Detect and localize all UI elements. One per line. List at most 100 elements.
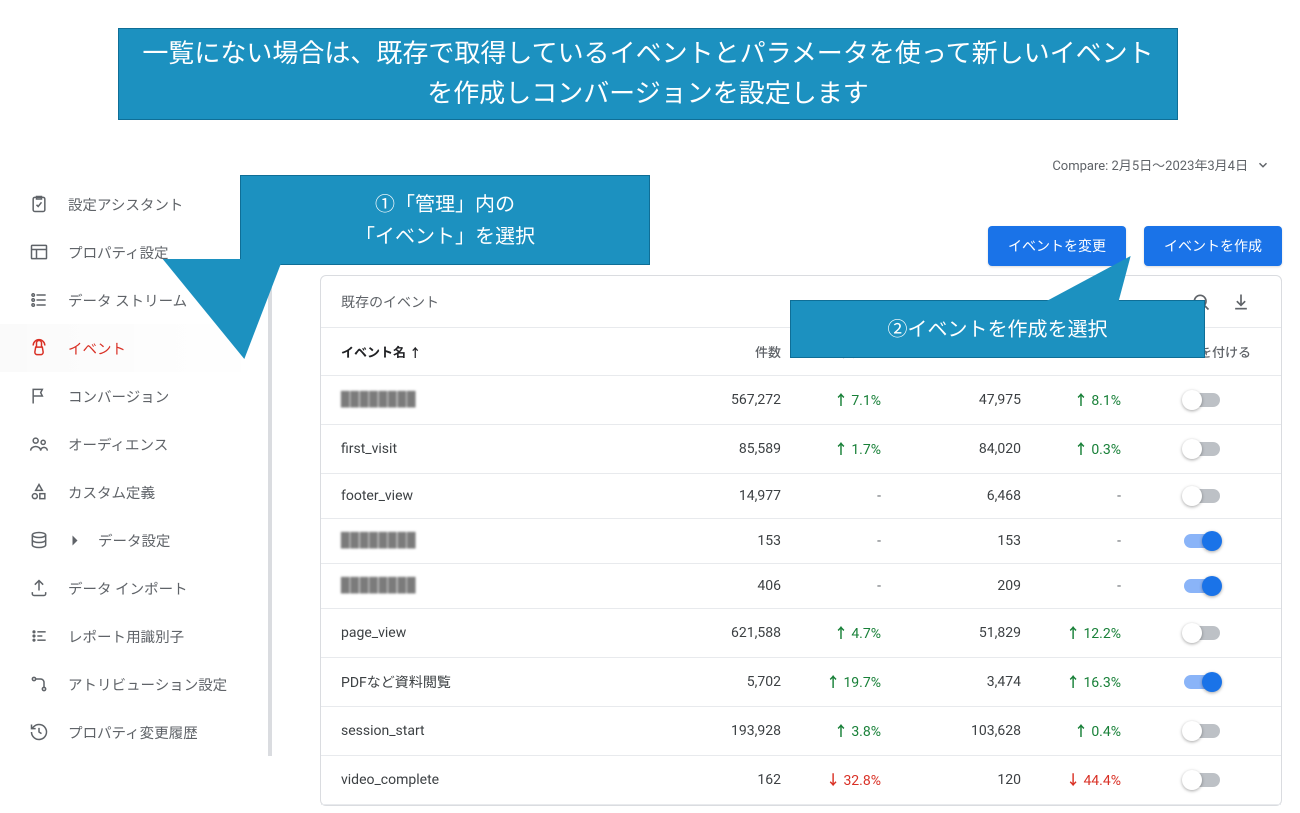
- cell-count: 14,977: [681, 474, 791, 519]
- cell-users-change: ↑ 0.4%: [1031, 707, 1131, 756]
- compare-date-label: Compare: 2月5日～2023年3月4日: [1052, 155, 1248, 174]
- cell-event-name: footer_view: [321, 474, 681, 519]
- clipboard-check-icon: [28, 193, 50, 215]
- sidebar-item-label: アトリビューション設定: [68, 674, 227, 695]
- cell-count: 406: [681, 564, 791, 609]
- conversion-toggle[interactable]: [1184, 489, 1220, 503]
- cell-users-change: ↑ 8.1%: [1031, 376, 1131, 425]
- instruction-banner: 一覧にない場合は、既存で取得しているイベントとパラメータを使って新しいイベントを…: [118, 28, 1178, 120]
- cell-change: ↑ 7.1%: [791, 376, 891, 425]
- cell-event-name: first_visit: [321, 425, 681, 474]
- cell-users: 6,468: [891, 474, 1031, 519]
- compare-date-range[interactable]: Compare: 2月5日～2023年3月4日: [1052, 155, 1270, 174]
- conversion-toggle[interactable]: [1184, 675, 1220, 689]
- sidebar-item-label: 設定アシスタント: [68, 194, 183, 215]
- chevron-down-icon: [1256, 158, 1270, 172]
- cell-users-change: -: [1031, 474, 1131, 519]
- data-stream-icon: [28, 289, 50, 311]
- sidebar-item-conversions[interactable]: コンバージョン: [0, 372, 268, 420]
- events-table: イベント名 ↑ 件数 変化率 クを付ける ████████567,272↑ 7.…: [321, 328, 1281, 805]
- col-count[interactable]: 件数: [681, 328, 791, 376]
- sidebar-item-change-history[interactable]: プロパティ変更履歴: [0, 708, 268, 756]
- conversion-toggle[interactable]: [1184, 534, 1220, 548]
- download-button[interactable]: [1221, 292, 1261, 312]
- people-icon: [28, 433, 50, 455]
- cell-change: ↑ 19.7%: [791, 658, 891, 707]
- conversion-toggle[interactable]: [1184, 773, 1220, 787]
- col-event-name[interactable]: イベント名 ↑: [321, 328, 681, 376]
- cell-mark-toggle: [1131, 474, 1281, 519]
- cell-users-change: -: [1031, 564, 1131, 609]
- cell-mark-toggle: [1131, 376, 1281, 425]
- cell-event-name: PDFなど資料閲覧: [321, 658, 681, 707]
- table-row[interactable]: ████████567,272↑ 7.1%47,975↑ 8.1%: [321, 376, 1281, 425]
- card-title: 既存のイベント: [341, 292, 439, 312]
- cell-event-name: session_start: [321, 707, 681, 756]
- cell-event-name: video_complete: [321, 756, 681, 805]
- sidebar-item-label: データ ストリーム: [68, 290, 187, 311]
- history-icon: [28, 721, 50, 743]
- table-row[interactable]: ████████153-153-: [321, 519, 1281, 564]
- table-row[interactable]: PDFなど資料閲覧5,702↑ 19.7%3,474↑ 16.3%: [321, 658, 1281, 707]
- cell-change: -: [791, 474, 891, 519]
- cell-users: 3,474: [891, 658, 1031, 707]
- sidebar-item-reporting-identity[interactable]: レポート用識別子: [0, 612, 268, 660]
- touch-icon: [28, 337, 50, 359]
- sort-asc-icon: ↑: [409, 346, 421, 360]
- sidebar-item-label: プロパティ変更履歴: [68, 722, 198, 743]
- sidebar-item-label: カスタム定義: [68, 482, 155, 503]
- cell-count: 567,272: [681, 376, 791, 425]
- conversion-toggle[interactable]: [1184, 724, 1220, 738]
- cell-users: 209: [891, 564, 1031, 609]
- callout-line: 「イベント」を選択: [269, 220, 621, 252]
- sidebar-item-data-import[interactable]: データ インポート: [0, 564, 268, 612]
- cell-users: 120: [891, 756, 1031, 805]
- shapes-icon: [28, 481, 50, 503]
- cell-change: ↑ 3.8%: [791, 707, 891, 756]
- cell-users: 47,975: [891, 376, 1031, 425]
- cell-change: -: [791, 519, 891, 564]
- table-row[interactable]: video_complete162↓ 32.8%120↓ 44.4%: [321, 756, 1281, 805]
- sidebar-item-audiences[interactable]: オーディエンス: [0, 420, 268, 468]
- callout-line: ①「管理」内の: [269, 188, 621, 220]
- table-row[interactable]: footer_view14,977-6,468-: [321, 474, 1281, 519]
- cell-users-change: ↓ 44.4%: [1031, 756, 1131, 805]
- path-icon: [28, 673, 50, 695]
- cell-count: 5,702: [681, 658, 791, 707]
- instruction-banner-text: 一覧にない場合は、既存で取得しているイベントとパラメータを使って新しいイベントを…: [139, 34, 1157, 115]
- expand-icon: [73, 535, 78, 545]
- sidebar-item-custom-definitions[interactable]: カスタム定義: [0, 468, 268, 516]
- cell-users: 153: [891, 519, 1031, 564]
- sidebar-item-data-settings[interactable]: データ設定: [0, 516, 268, 564]
- table-row[interactable]: first_visit85,589↑ 1.7%84,020↑ 0.3%: [321, 425, 1281, 474]
- table-row[interactable]: ████████406-209-: [321, 564, 1281, 609]
- sidebar-item-setup-assistant[interactable]: 設定アシスタント: [0, 180, 268, 228]
- cell-mark-toggle: [1131, 707, 1281, 756]
- create-event-button[interactable]: イベントを作成: [1144, 226, 1282, 266]
- cell-count: 193,928: [681, 707, 791, 756]
- cell-mark-toggle: [1131, 658, 1281, 707]
- callout-step-2: ②イベントを作成を選択: [790, 300, 1205, 358]
- cell-users: 84,020: [891, 425, 1031, 474]
- cell-mark-toggle: [1131, 519, 1281, 564]
- conversion-toggle[interactable]: [1184, 579, 1220, 593]
- callout-line: ②イベントを作成を選択: [819, 313, 1176, 345]
- cell-users-change: ↑ 16.3%: [1031, 658, 1131, 707]
- conversion-toggle[interactable]: [1184, 442, 1220, 456]
- layout-icon: [28, 241, 50, 263]
- cell-users: 103,628: [891, 707, 1031, 756]
- cell-mark-toggle: [1131, 756, 1281, 805]
- sidebar-item-attribution-settings[interactable]: アトリビューション設定: [0, 660, 268, 708]
- conversion-toggle[interactable]: [1184, 626, 1220, 640]
- cell-event-name: ████████: [321, 564, 681, 609]
- cell-mark-toggle: [1131, 609, 1281, 658]
- conversion-toggle[interactable]: [1184, 393, 1220, 407]
- table-row[interactable]: session_start193,928↑ 3.8%103,628↑ 0.4%: [321, 707, 1281, 756]
- cell-count: 85,589: [681, 425, 791, 474]
- callout-step-1: ①「管理」内の 「イベント」を選択: [240, 175, 650, 265]
- table-row[interactable]: page_view621,588↑ 4.7%51,829↑ 12.2%: [321, 609, 1281, 658]
- sidebar-item-label: コンバージョン: [68, 386, 169, 407]
- flag-icon: [28, 385, 50, 407]
- cell-change: ↑ 4.7%: [791, 609, 891, 658]
- cell-mark-toggle: [1131, 564, 1281, 609]
